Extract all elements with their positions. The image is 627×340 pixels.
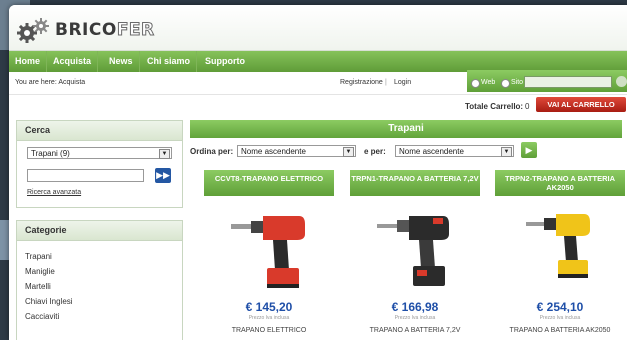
categories-box: Categorie Trapani Maniglie Martelli Chia… bbox=[16, 220, 183, 340]
nav-news[interactable]: News bbox=[103, 51, 140, 72]
search-box: Cerca Trapani (9) ▼ ▶▶ Ricerca avanzata bbox=[16, 120, 183, 208]
category-item-maniglie[interactable]: Maniglie bbox=[17, 264, 182, 279]
category-item-trapani[interactable]: Trapani bbox=[17, 249, 182, 264]
chevron-down-icon: ▼ bbox=[501, 147, 512, 157]
account-separator: | bbox=[385, 79, 387, 86]
product-name-2[interactable]: TRAPANO A BATTERIA 7,2V bbox=[350, 327, 480, 334]
register-link[interactable]: Registrazione bbox=[340, 79, 383, 86]
radio-web-label: Web bbox=[481, 79, 496, 86]
product-title-2[interactable]: TRPN1-TRAPANO A BATTERIA 7,2V bbox=[350, 170, 480, 196]
product-title-1[interactable]: CCVT8-TRAPANO ELETTRICO bbox=[204, 170, 334, 196]
sort-apply-button[interactable]: ▶ bbox=[521, 142, 537, 158]
play-icon: ▶ bbox=[525, 145, 533, 155]
product-name-1[interactable]: TRAPANO ELETTRICO bbox=[204, 327, 334, 334]
drill-image-1[interactable] bbox=[227, 210, 311, 290]
categories-title: Categorie bbox=[17, 221, 182, 241]
search-text-input[interactable] bbox=[27, 169, 144, 182]
chevron-down-icon: ▼ bbox=[159, 149, 170, 159]
product-name-3[interactable]: TRAPANO A BATTERIA AK2050 bbox=[495, 327, 625, 334]
chevron-down-icon: ▼ bbox=[343, 147, 354, 157]
product-price-1: € 145,20 bbox=[245, 300, 293, 314]
go-to-cart-button[interactable]: VAI AL CARRELLO bbox=[536, 97, 626, 112]
category-item-chiavi-inglesi[interactable]: Chiavi Inglesi bbox=[17, 294, 182, 309]
browser-window: BRICOFER Home Acquista News Chi siamo Su… bbox=[9, 5, 627, 340]
category-select-value: Trapani (9) bbox=[31, 149, 70, 158]
product-price-note-3: Prezzo Iva inclusa bbox=[539, 315, 581, 321]
sub-bar: You are here: Acquista Registrazione | L… bbox=[9, 70, 627, 95]
category-item-martelli[interactable]: Martelli bbox=[17, 279, 182, 294]
radio-site[interactable] bbox=[501, 79, 510, 88]
search-box-title: Cerca bbox=[17, 121, 182, 141]
nav-chi-siamo[interactable]: Chi siamo bbox=[141, 51, 198, 72]
logo-text-brico: BRICO bbox=[55, 20, 117, 40]
main-nav: Home Acquista News Chi siamo Supporto bbox=[9, 51, 627, 72]
radio-web[interactable] bbox=[471, 79, 480, 88]
cart-label: Totale Carrello: bbox=[465, 102, 524, 111]
radio-site-label: Sito bbox=[511, 79, 524, 86]
product-price-note-1: Prezzo Iva inclusa bbox=[248, 315, 290, 321]
logo-text-fer: FER bbox=[116, 20, 155, 41]
product-price-2: € 166,98 bbox=[391, 300, 439, 314]
sort-select-value: Nome ascendente bbox=[241, 147, 306, 156]
site-logo[interactable]: BRICOFER bbox=[17, 17, 155, 43]
advanced-search-link[interactable]: Ricerca avanzata bbox=[27, 189, 81, 196]
product-price-3: € 254,10 bbox=[536, 300, 584, 314]
nav-acquista[interactable]: Acquista bbox=[47, 51, 99, 72]
then-sort-label: e per: bbox=[364, 147, 386, 156]
logo-text: BRICOFER bbox=[55, 20, 155, 41]
breadcrumb: You are here: Acquista bbox=[15, 79, 86, 86]
nav-home[interactable]: Home bbox=[9, 51, 48, 72]
login-link[interactable]: Login bbox=[394, 79, 411, 86]
then-sort-select[interactable]: Nome ascendente ▼ bbox=[395, 145, 514, 157]
drill-image-3[interactable] bbox=[518, 210, 602, 290]
background-panel-left bbox=[0, 220, 9, 260]
product-price-note-2: Prezzo Iva inclusa bbox=[394, 315, 436, 321]
category-select[interactable]: Trapani (9) ▼ bbox=[27, 147, 172, 159]
sort-select[interactable]: Nome ascendente ▼ bbox=[237, 145, 356, 157]
cart-bar: Totale Carrello: 0 VAI AL CARRELLO bbox=[9, 95, 627, 117]
fast-forward-icon: ▶▶ bbox=[156, 170, 170, 180]
cart-count: 0 bbox=[525, 102, 530, 111]
search-go-icon[interactable] bbox=[616, 76, 627, 87]
product-title-3[interactable]: TRPN2-TRAPANO A BATTERIA AK2050 bbox=[495, 170, 625, 196]
then-sort-select-value: Nome ascendente bbox=[399, 147, 464, 156]
site-header: BRICOFER bbox=[9, 5, 627, 51]
search-submit-button[interactable]: ▶▶ bbox=[155, 168, 171, 183]
page-title: Trapani bbox=[190, 120, 622, 138]
gears-icon bbox=[17, 18, 49, 43]
nav-supporto[interactable]: Supporto bbox=[199, 51, 251, 72]
search-input[interactable] bbox=[524, 76, 612, 88]
category-item-cacciaviti[interactable]: Cacciaviti bbox=[17, 309, 182, 324]
drill-image-2[interactable] bbox=[373, 210, 457, 290]
sort-label: Ordina per: bbox=[190, 147, 234, 156]
